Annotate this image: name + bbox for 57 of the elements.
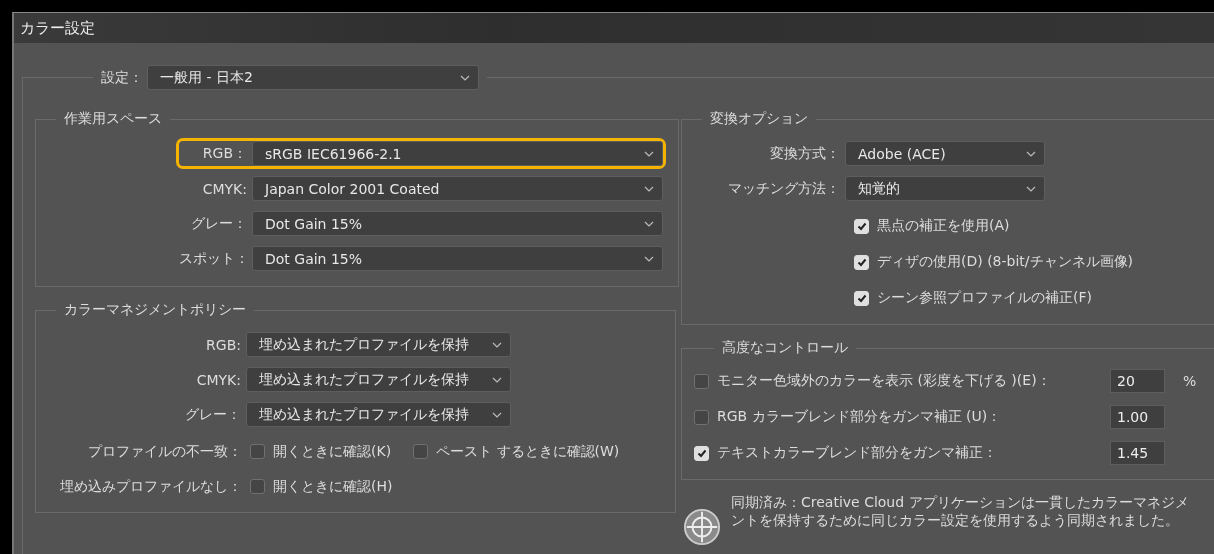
chevron-icon: [644, 150, 654, 157]
field-label: グレー：: [184, 405, 241, 424]
checkbox[interactable]: [694, 409, 709, 425]
checkbox-option[interactable]: ペースト するときに確認(W): [413, 442, 620, 461]
number-field[interactable]: 20: [1110, 369, 1165, 393]
field-label: CMYK:: [195, 371, 241, 388]
profile-dropdown[interactable]: Japan Color 2001 Coated: [252, 176, 663, 201]
checkbox[interactable]: [250, 444, 265, 459]
checkbox[interactable]: [694, 373, 709, 389]
field-label: グレー：: [190, 214, 247, 233]
checkbox-option[interactable]: ディザの使用(D) (8-bit/チャンネル画像): [854, 244, 1214, 280]
group-title: 変換オプション: [709, 110, 809, 128]
policy-dropdown[interactable]: 埋め込まれたプロファイルを保持: [246, 402, 511, 427]
checkbox-option[interactable]: 開くときに確認(H): [250, 477, 393, 496]
option-dropdown[interactable]: 知覚的: [845, 176, 1045, 201]
profile-dropdown[interactable]: sRGB IEC61966-2.1: [252, 141, 663, 166]
checkbox-option[interactable]: 黒点の補正を使用(A): [854, 208, 1214, 244]
field-label: スポット：: [179, 249, 247, 268]
window-title: カラー設定: [20, 18, 95, 38]
checkbox-option[interactable]: テキストカラーブレンド部分をガンマ補正：: [694, 444, 1096, 462]
chevron-icon: [492, 341, 502, 348]
checkbox-option[interactable]: モニター色域外のカラーを表示 (彩度を下げる )(E)：: [694, 372, 1096, 390]
checkbox-option[interactable]: RGB カラーブレンド部分をガンマ補正 (U)：: [694, 408, 1096, 426]
crosshair-icon: [683, 508, 721, 546]
settings-label: 設定：: [101, 68, 143, 87]
field-label: RGB:: [205, 336, 241, 353]
chevron-icon: [492, 376, 502, 383]
group-title: カラーマネジメントポリシー: [63, 301, 247, 319]
group-title: 作業用スペース: [63, 110, 163, 128]
group-title: 高度なコントロール: [721, 339, 849, 357]
sync-message: 同期済み：Creative Cloud アプリケーションは一貫したカラーマネジメントを保持するために同じカラー設定を使用するよう同期されました。: [731, 494, 1190, 529]
checkbox[interactable]: [250, 479, 265, 494]
policy-dropdown[interactable]: 埋め込まれたプロファイルを保持: [246, 367, 511, 392]
number-field[interactable]: 1.00: [1110, 405, 1165, 429]
field-label: プロファイルの不一致：: [87, 442, 242, 461]
chevron-icon: [1026, 150, 1036, 157]
policy-dropdown[interactable]: 埋め込まれたプロファイルを保持: [246, 332, 511, 357]
profile-dropdown[interactable]: Dot Gain 15%: [252, 246, 663, 271]
chevron-icon: [644, 255, 654, 262]
field-label: RGB：: [201, 144, 247, 163]
chevron-icon: [644, 185, 654, 192]
chevron-icon: [644, 220, 654, 227]
profile-dropdown[interactable]: Dot Gain 15%: [252, 211, 663, 236]
option-dropdown[interactable]: Adobe (ACE): [845, 141, 1045, 166]
number-field[interactable]: 1.45: [1110, 441, 1165, 465]
chevron-icon: [1026, 185, 1036, 192]
field-label: 埋め込みプロファイルなし：: [59, 477, 242, 496]
chevron-icon: [492, 411, 502, 418]
settings-dropdown[interactable]: 一般用 - 日本2: [147, 65, 479, 90]
checkbox-option[interactable]: 開くときに確認(K): [250, 442, 392, 461]
unit-label: %: [1183, 373, 1197, 389]
field-label: 変換方式：: [769, 144, 840, 163]
checkbox-option[interactable]: シーン参照プロファイルの補正(F): [854, 280, 1214, 316]
chevron-icon: [460, 74, 470, 81]
field-label: CMYK:: [201, 180, 247, 197]
checkbox[interactable]: [413, 444, 429, 459]
field-label: マッチング方法：: [727, 179, 840, 198]
